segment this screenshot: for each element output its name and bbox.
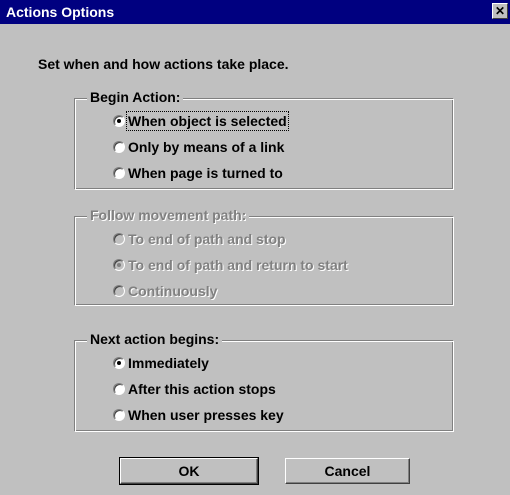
title-bar: Actions Options ✕: [0, 0, 510, 24]
radio-label: To end of path and return to start: [128, 257, 348, 273]
close-icon: ✕: [494, 4, 506, 18]
radio-unselected-icon: [113, 141, 125, 153]
radio-only-by-link[interactable]: Only by means of a link: [113, 137, 284, 157]
radio-user-presses-key[interactable]: When user presses key: [113, 405, 284, 425]
window-title: Actions Options: [6, 4, 115, 20]
radio-immediately[interactable]: Immediately: [113, 353, 209, 373]
radio-continuously[interactable]: Continuously: [113, 281, 217, 301]
radio-end-of-path-stop[interactable]: To end of path and stop: [113, 229, 286, 249]
radio-label: When page is turned to: [128, 165, 283, 181]
radio-when-object-selected[interactable]: When object is selected: [113, 111, 289, 131]
ok-button-label: OK: [178, 463, 200, 479]
radio-unselected-icon: [113, 233, 125, 245]
radio-unselected-icon: [113, 285, 125, 297]
cancel-button-label: Cancel: [324, 463, 371, 479]
begin-action-group: Begin Action: When object is selected On…: [74, 89, 454, 190]
radio-unselected-icon: [113, 167, 125, 179]
radio-label: Only by means of a link: [128, 139, 285, 155]
radio-unselected-icon: [113, 383, 125, 395]
radio-unselected-icon: [113, 409, 125, 421]
radio-label: When object is selected: [126, 111, 289, 131]
intro-text: Set when and how actions take place.: [38, 56, 289, 72]
next-action-legend: Next action begins:: [87, 331, 223, 347]
radio-label: To end of path and stop: [128, 231, 286, 247]
radio-label: When user presses key: [128, 407, 284, 423]
radio-label: Immediately: [128, 355, 209, 371]
radio-end-of-path-return[interactable]: To end of path and return to start: [113, 255, 348, 275]
next-action-group: Next action begins: Immediately After th…: [74, 331, 454, 432]
radio-label: Continuously: [128, 283, 218, 299]
radio-selected-icon: [113, 259, 125, 271]
cancel-button[interactable]: Cancel: [285, 458, 410, 484]
radio-when-page-turned[interactable]: When page is turned to: [113, 163, 283, 183]
radio-after-action-stops[interactable]: After this action stops: [113, 379, 276, 399]
radio-selected-icon: [113, 115, 125, 127]
radio-label: After this action stops: [128, 381, 276, 397]
follow-path-group: Follow movement path: To end of path and…: [74, 207, 454, 306]
close-button[interactable]: ✕: [492, 3, 508, 19]
ok-button[interactable]: OK: [119, 457, 259, 485]
radio-selected-icon: [113, 357, 125, 369]
follow-path-legend: Follow movement path:: [87, 207, 250, 223]
begin-action-legend: Begin Action:: [87, 89, 184, 105]
